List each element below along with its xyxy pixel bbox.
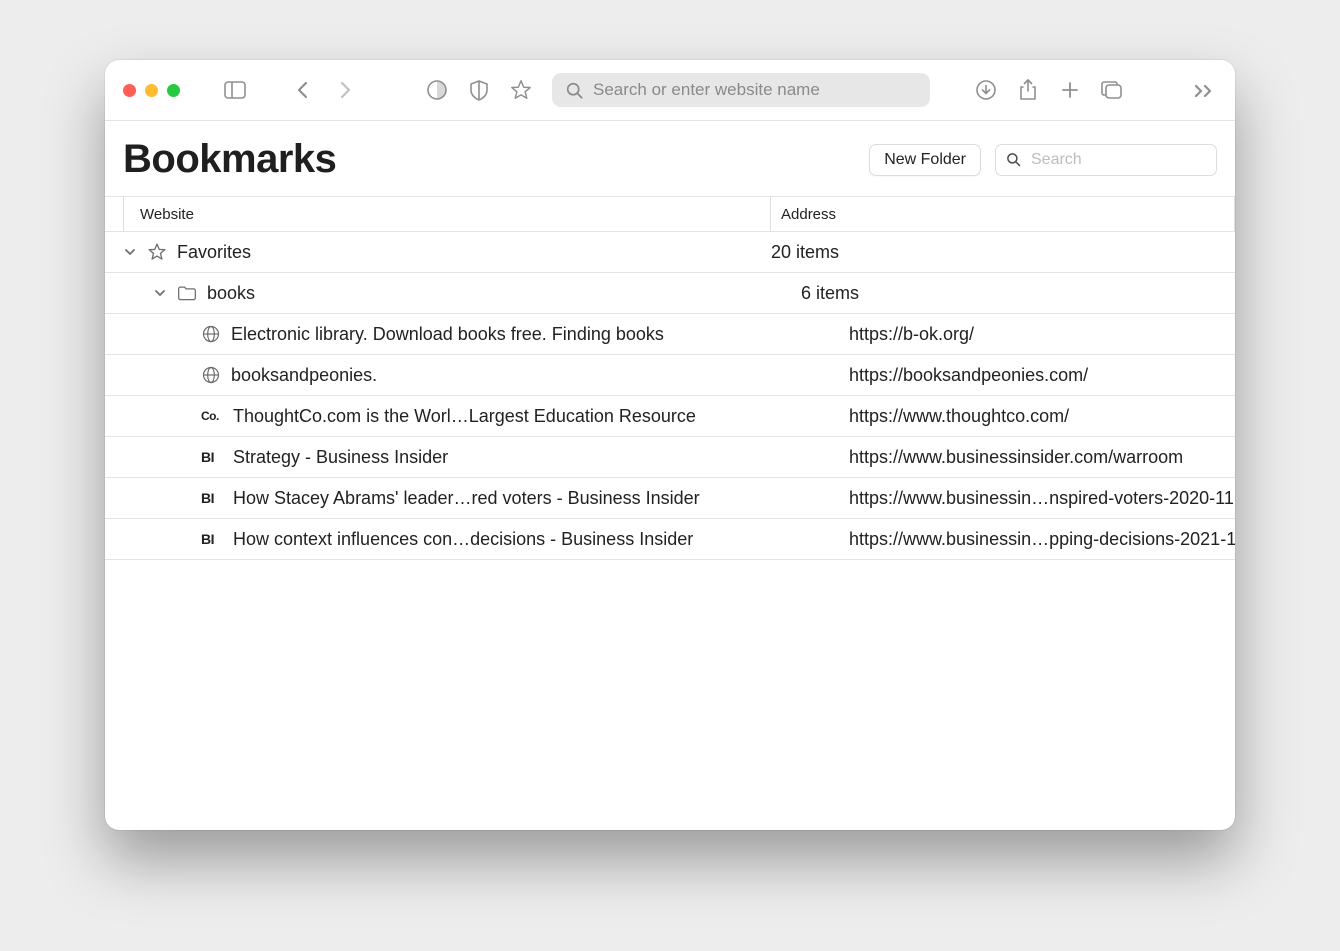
folder-count: 6 items [801, 283, 859, 304]
folder-icon [177, 283, 197, 303]
new-folder-button[interactable]: New Folder [869, 144, 981, 176]
column-website-label: Website [140, 206, 194, 223]
new-folder-label: New Folder [884, 151, 966, 169]
star-icon [147, 242, 167, 262]
new-tab-button[interactable] [1057, 77, 1083, 103]
chevron-down-icon[interactable] [123, 245, 137, 259]
tab-overview-button[interactable] [1099, 77, 1125, 103]
search-icon [1006, 152, 1021, 167]
folder-label: Favorites [177, 242, 251, 263]
folder-books[interactable]: books 6 items [105, 273, 1235, 314]
column-address[interactable]: Address [771, 197, 1235, 231]
bookmark-title: How context influences con…decisions - B… [233, 529, 693, 550]
bookmark-row[interactable]: BI How context influences con…decisions … [105, 519, 1235, 560]
column-website[interactable]: Website [123, 197, 771, 231]
url-bar-placeholder: Search or enter website name [593, 80, 820, 100]
column-headers: Website Address [105, 196, 1235, 232]
close-window-button[interactable] [123, 84, 136, 97]
tracking-icon[interactable] [424, 77, 450, 103]
bookmark-address: https://booksandpeonies.com/ [849, 365, 1088, 386]
forward-button[interactable] [332, 77, 358, 103]
sidebar-toggle-button[interactable] [222, 77, 248, 103]
bookmarks-tree: Favorites 20 items books 6 items [105, 232, 1235, 560]
globe-icon [201, 365, 221, 385]
bookmark-row[interactable]: BI Strategy - Business Insider https://w… [105, 437, 1235, 478]
bookmark-address: https://b-ok.org/ [849, 324, 974, 345]
business-insider-favicon: BI [201, 488, 223, 508]
site-controls [424, 77, 534, 103]
shield-icon[interactable] [466, 77, 492, 103]
overflow-button[interactable] [1191, 77, 1217, 103]
folder-count: 20 items [771, 242, 839, 263]
bookmark-title: Electronic library. Download books free.… [231, 324, 664, 345]
downloads-button[interactable] [973, 77, 999, 103]
search-icon [566, 82, 583, 99]
titlebar: Search or enter website name [105, 60, 1235, 121]
page-header: Bookmarks New Folder [105, 121, 1235, 196]
folder-favorites[interactable]: Favorites 20 items [105, 232, 1235, 273]
share-button[interactable] [1015, 77, 1041, 103]
bookmark-row[interactable]: booksandpeonies. https://booksandpeonies… [105, 355, 1235, 396]
business-insider-favicon: BI [201, 529, 223, 549]
bookmark-row[interactable]: Electronic library. Download books free.… [105, 314, 1235, 355]
bookmark-row[interactable]: BI How Stacey Abrams' leader…red voters … [105, 478, 1235, 519]
bookmark-title: Strategy - Business Insider [233, 447, 448, 468]
right-controls [973, 77, 1125, 103]
safari-window: Search or enter website name Bookmarks [105, 60, 1235, 830]
zoom-window-button[interactable] [167, 84, 180, 97]
bookmark-address: https://www.businessin…nspired-voters-20… [849, 488, 1234, 509]
nav-group [290, 77, 358, 103]
url-bar[interactable]: Search or enter website name [552, 73, 930, 107]
bookmarks-search[interactable] [995, 144, 1217, 176]
globe-icon [201, 324, 221, 344]
folder-label: books [207, 283, 255, 304]
back-button[interactable] [290, 77, 316, 103]
page-title: Bookmarks [123, 137, 855, 182]
bookmark-title: How Stacey Abrams' leader…red voters - B… [233, 488, 700, 509]
bookmark-row[interactable]: Co. ThoughtCo.com is the Worl…Largest Ed… [105, 396, 1235, 437]
favorite-star-icon[interactable] [508, 77, 534, 103]
bookmarks-search-input[interactable] [1029, 150, 1206, 170]
chevron-down-icon[interactable] [153, 286, 167, 300]
thoughtco-favicon: Co. [201, 406, 223, 426]
bookmark-address: https://www.thoughtco.com/ [849, 406, 1069, 427]
bookmark-address: https://www.businessinsider.com/warroom [849, 447, 1183, 468]
traffic-lights [123, 84, 180, 97]
bookmark-address: https://www.businessin…pping-decisions-2… [849, 529, 1235, 550]
column-address-label: Address [781, 206, 836, 223]
bookmark-title: booksandpeonies. [231, 365, 377, 386]
business-insider-favicon: BI [201, 447, 223, 467]
minimize-window-button[interactable] [145, 84, 158, 97]
bookmark-title: ThoughtCo.com is the Worl…Largest Educat… [233, 406, 696, 427]
